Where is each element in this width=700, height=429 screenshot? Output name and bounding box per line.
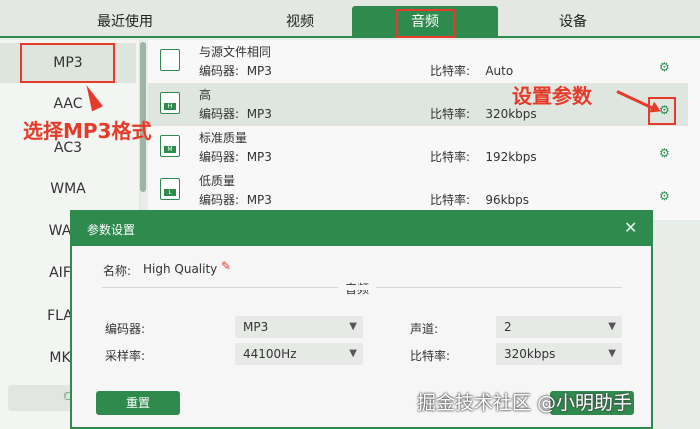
chevron-down-icon: ▼ xyxy=(608,321,616,332)
preset-encoder: 编码器: MP3 xyxy=(199,193,272,207)
name-value[interactable]: High Quality xyxy=(143,262,217,276)
tab-video[interactable]: 视频 xyxy=(250,6,350,38)
preset-encoder: 编码器: MP3 xyxy=(199,107,272,121)
preset-name: 与源文件相同 xyxy=(199,45,272,59)
name-label: 名称: xyxy=(103,264,132,278)
annotation-select-mp3: 选择MP3格式 xyxy=(23,119,152,143)
preset-name: 标准质量 xyxy=(199,131,248,145)
preset-medium-icon: M xyxy=(160,135,180,157)
channel-label: 声道: xyxy=(410,322,439,336)
preset-bitrate: 比特率: 192kbps xyxy=(430,150,537,164)
format-item-wma[interactable]: WMA xyxy=(0,169,136,209)
audio-tab-highlight-box xyxy=(396,9,455,38)
tab-device[interactable]: 设备 xyxy=(498,6,648,38)
channel-select[interactable]: 2 ▼ xyxy=(496,316,622,338)
gear-icon[interactable]: ⚙ xyxy=(659,60,670,74)
preset-item[interactable]: H 高 编码器: MP3 比特率: 320kbps ⚙ xyxy=(148,83,688,126)
preset-encoder: 编码器: MP3 xyxy=(199,150,272,164)
chevron-down-icon: ▼ xyxy=(349,321,357,332)
chevron-down-icon: ▼ xyxy=(608,348,616,359)
sample-rate-select[interactable]: 44100Hz ▼ xyxy=(235,343,363,365)
preset-item[interactable]: M 标准质量 编码器: MP3 比特率: 192kbps ⚙ xyxy=(148,126,688,169)
gear-icon[interactable]: ⚙ xyxy=(659,189,670,203)
section-divider xyxy=(102,285,622,290)
tab-recent[interactable]: 最近使用 xyxy=(0,6,250,38)
preset-item[interactable]: 与源文件相同 编码器: MP3 比特率: Auto ⚙ xyxy=(148,40,688,83)
bitrate-select[interactable]: 320kbps ▼ xyxy=(496,343,622,365)
preset-list: 与源文件相同 编码器: MP3 比特率: Auto ⚙ H 高 编码器: MP3… xyxy=(148,40,700,220)
preset-item[interactable]: L 低质量 编码器: MP3 比特率: 96kbps ⚙ xyxy=(148,169,688,212)
preset-high-icon: H xyxy=(160,92,180,114)
preset-bitrate: 比特率: 96kbps xyxy=(430,193,530,207)
pencil-icon[interactable]: ✎ xyxy=(221,259,231,273)
sample-rate-label: 采样率: xyxy=(105,349,146,363)
annotation-set-params: 设置参数 xyxy=(512,84,592,108)
preset-file-icon xyxy=(160,49,180,71)
top-tab-bar: 最近使用 视频 音频 设备 xyxy=(0,0,700,38)
encoder-select[interactable]: MP3 ▼ xyxy=(235,316,363,338)
dialog-header: 参数设置 ✕ xyxy=(72,212,651,246)
close-icon[interactable]: ✕ xyxy=(624,218,637,237)
mp3-highlight-box xyxy=(20,43,115,83)
gear-icon[interactable]: ⚙ xyxy=(659,146,670,160)
chevron-down-icon: ▼ xyxy=(349,348,357,359)
bitrate-label: 比特率: xyxy=(410,349,451,363)
encoder-label: 编码器: xyxy=(105,322,146,336)
watermark-text: 掘金技术社区 @小明助手 xyxy=(417,392,633,414)
preset-low-icon: L xyxy=(160,178,180,200)
preset-name: 高 xyxy=(199,88,212,102)
preset-encoder: 编码器: MP3 xyxy=(199,64,272,78)
dialog-title: 参数设置 xyxy=(87,223,136,237)
reset-button[interactable]: 重置 xyxy=(96,391,180,415)
preset-bitrate: 比特率: Auto xyxy=(430,64,514,78)
preset-name: 低质量 xyxy=(199,174,236,188)
